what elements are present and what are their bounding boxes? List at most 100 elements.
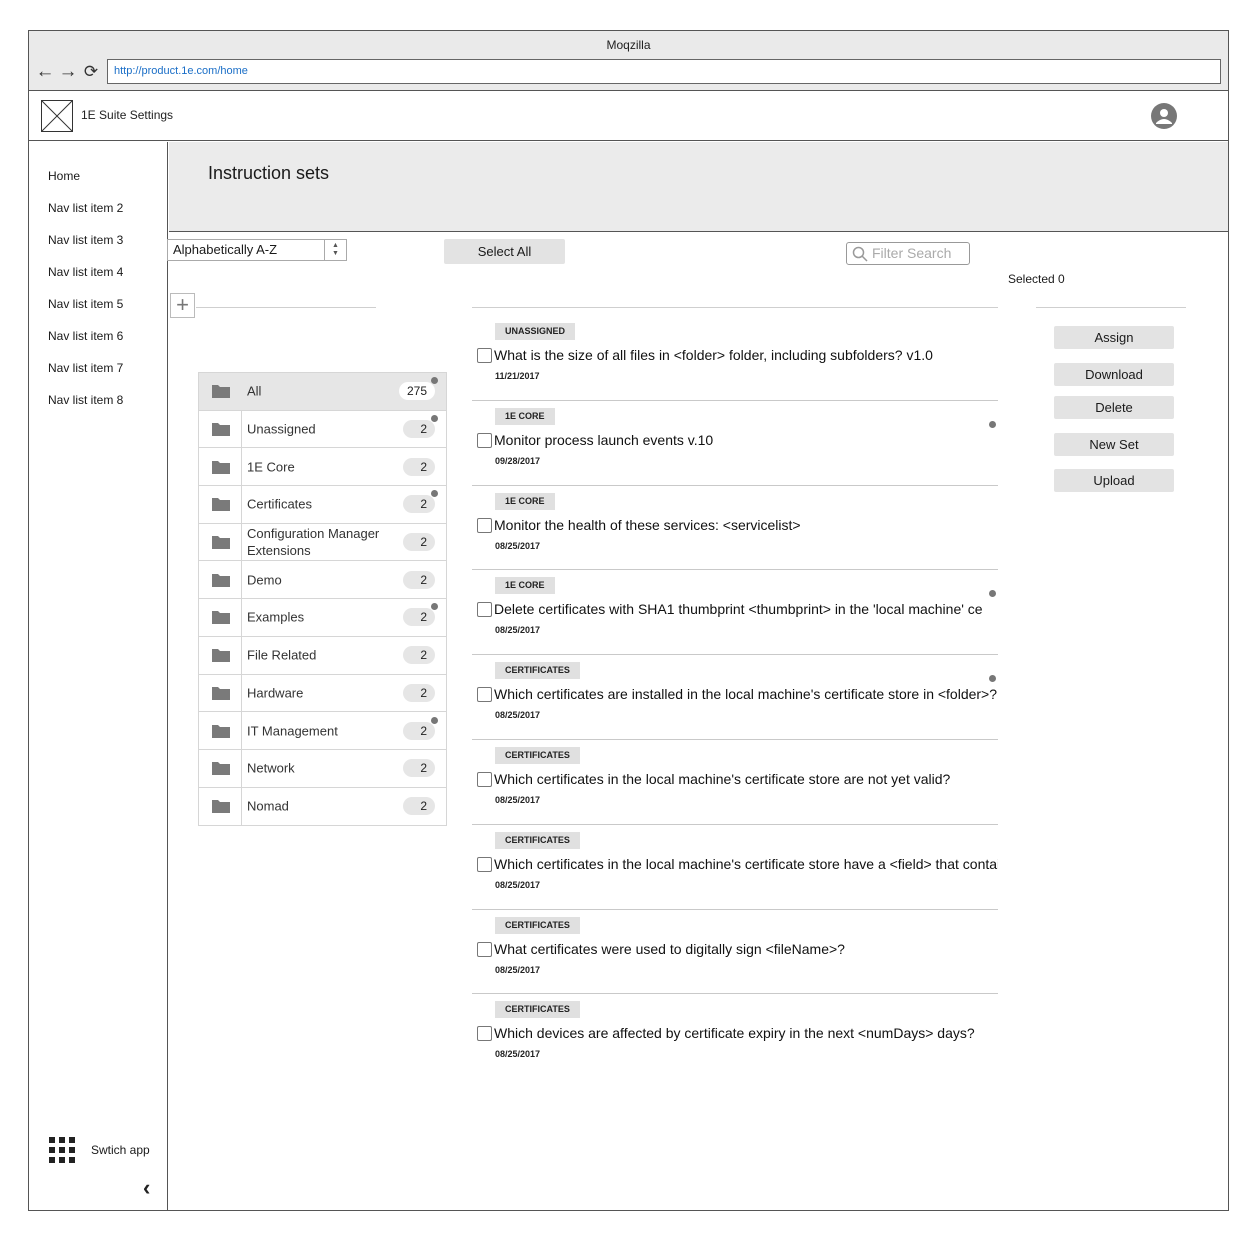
reload-icon[interactable]: ⟳ (81, 62, 101, 82)
instruction-title[interactable]: Monitor the health of these services: <s… (494, 517, 801, 533)
instruction-row[interactable]: 1E CORE Monitor the health of these servi… (472, 486, 998, 571)
folder-count-badge: 2 (403, 683, 435, 702)
instruction-title[interactable]: What is the size of all files in <folder… (494, 347, 933, 363)
folder-row[interactable]: 1E Core 2 (199, 448, 446, 487)
folder-row[interactable]: Network 2 (199, 749, 446, 788)
divider (1036, 307, 1186, 308)
folder-icon (212, 762, 230, 776)
folder-icon-cell (199, 523, 242, 561)
folder-icon-cell (199, 373, 242, 410)
folder-row[interactable]: Unassigned 2 (199, 410, 446, 449)
status-dot-icon (431, 415, 438, 423)
row-checkbox[interactable] (477, 602, 492, 618)
folder-label: 1E Core (247, 459, 295, 475)
row-checkbox[interactable] (477, 771, 492, 787)
folder-count-badge: 2 (403, 457, 435, 476)
back-arrow-icon[interactable]: ← (35, 62, 55, 82)
instruction-title[interactable]: Which certificates in the local machine'… (494, 856, 998, 872)
folder-label: File Related (247, 647, 317, 663)
folder-row[interactable]: File Related 2 (199, 636, 446, 675)
folder-row[interactable]: Hardware 2 (199, 674, 446, 713)
sort-arrows-icon: ▲ ▼ (324, 240, 346, 260)
assign-button[interactable]: Assign (1054, 326, 1174, 349)
row-checkbox[interactable] (477, 687, 492, 703)
folder-icon-cell (199, 712, 242, 749)
instruction-date: 08/25/2017 (495, 794, 541, 805)
folder-icon-cell (199, 674, 242, 712)
folder-row[interactable]: Certificates 2 (199, 486, 446, 524)
instruction-row[interactable]: CERTIFICATES What certificates were used … (472, 910, 998, 995)
row-checkbox[interactable] (477, 941, 492, 957)
select-all-button[interactable]: Select All (444, 239, 565, 264)
add-folder-button[interactable]: + (170, 293, 195, 318)
folder-row[interactable]: Configuration Manager Extensions 2 (199, 523, 446, 562)
sidebar-item-4[interactable]: Nav list item 4 (48, 265, 123, 279)
category-badge: CERTIFICATES (495, 662, 580, 680)
instruction-title[interactable]: Which certificates in the local machine'… (494, 771, 950, 787)
instruction-row[interactable]: CERTIFICATES Which devices are affected b… (472, 994, 998, 1079)
row-checkbox[interactable] (477, 348, 492, 363)
instruction-date: 08/25/2017 (495, 964, 541, 975)
instruction-row[interactable]: CERTIFICATES Which certificates are insta… (472, 655, 998, 740)
sidebar-item-6[interactable]: Nav list item 6 (48, 329, 123, 343)
delete-button[interactable]: Delete (1054, 396, 1174, 419)
folder-row[interactable]: Nomad 2 (199, 787, 446, 826)
filter-search-input[interactable]: Filter Search (846, 242, 970, 265)
folder-list: All 275 Unassigned 2 1E Core 2 Certificates 2 Co… (198, 372, 447, 827)
collapse-chevron-icon[interactable]: ‹ (143, 1177, 150, 1199)
sort-select[interactable]: Alphabetically A-Z ▲ ▼ (167, 239, 347, 261)
page-title: Instruction sets (208, 163, 330, 183)
folder-label: Hardware (247, 685, 304, 701)
instruction-row[interactable]: CERTIFICATES Which certificates in the lo… (472, 825, 998, 910)
forward-arrow-icon[interactable]: → (58, 62, 78, 82)
category-badge: CERTIFICATES (495, 916, 580, 934)
folder-count-badge: 2 (403, 721, 435, 740)
category-badge: UNASSIGNED (495, 323, 576, 340)
divider (472, 307, 998, 308)
category-badge: CERTIFICATES (495, 831, 580, 849)
folder-count-badge: 2 (403, 495, 435, 514)
row-checkbox[interactable] (477, 1026, 492, 1042)
folder-row[interactable]: Examples 2 (199, 599, 446, 637)
upload-button[interactable]: Upload (1054, 469, 1174, 492)
folder-row[interactable]: All 275 (199, 373, 446, 411)
sidebar-item-8[interactable]: Nav list item 8 (48, 393, 123, 407)
instruction-title[interactable]: Which certificates are installed in the … (494, 686, 997, 702)
category-badge: 1E CORE (495, 492, 555, 510)
page-header: Instruction sets (169, 142, 1228, 232)
instruction-title[interactable]: What certificates were used to digitally… (494, 941, 845, 957)
status-dot-icon (431, 490, 438, 498)
instruction-row[interactable]: 1E CORE Monitor process launch events v.1… (472, 401, 998, 486)
sidebar-item-5[interactable]: Nav list item 5 (48, 297, 123, 311)
sidebar-item-home[interactable]: Home (48, 169, 80, 183)
instruction-date: 09/28/2017 (495, 455, 541, 466)
folder-icon (212, 686, 230, 700)
folder-count-badge: 2 (403, 646, 435, 665)
folder-row[interactable]: Demo 2 (199, 561, 446, 600)
folder-count-badge: 2 (403, 759, 435, 778)
row-checkbox[interactable] (477, 517, 492, 533)
app-header: 1E Suite Settings (29, 91, 1228, 141)
instruction-date: 08/25/2017 (495, 710, 541, 721)
instruction-title[interactable]: Which devices are affected by certificat… (494, 1025, 975, 1041)
switch-app-button[interactable]: Swtich app (49, 1137, 159, 1163)
status-dot-icon (989, 420, 996, 428)
instruction-title[interactable]: Delete certificates with SHA1 thumbprint… (494, 601, 983, 617)
folder-icon-cell (199, 599, 242, 636)
folder-icon (212, 724, 230, 738)
row-checkbox[interactable] (477, 432, 492, 448)
new-set-button[interactable]: New Set (1054, 433, 1174, 456)
download-button[interactable]: Download (1054, 363, 1174, 386)
row-checkbox[interactable] (477, 856, 492, 872)
user-avatar-icon[interactable] (1151, 103, 1177, 129)
instruction-row[interactable]: CERTIFICATES Which certificates in the lo… (472, 740, 998, 825)
sidebar-item-2[interactable]: Nav list item 2 (48, 201, 123, 215)
folder-row[interactable]: IT Management 2 (199, 712, 446, 750)
instruction-row[interactable]: UNASSIGNED What is the size of all files … (472, 316, 998, 401)
folder-label: Demo (247, 572, 282, 588)
sidebar-item-3[interactable]: Nav list item 3 (48, 233, 123, 247)
url-bar[interactable]: http://product.1e.com/home (107, 59, 1221, 84)
instruction-title[interactable]: Monitor process launch events v.10 (494, 432, 713, 448)
sidebar-item-7[interactable]: Nav list item 7 (48, 361, 123, 375)
instruction-row[interactable]: 1E CORE Delete certificates with SHA1 thu… (472, 570, 998, 656)
